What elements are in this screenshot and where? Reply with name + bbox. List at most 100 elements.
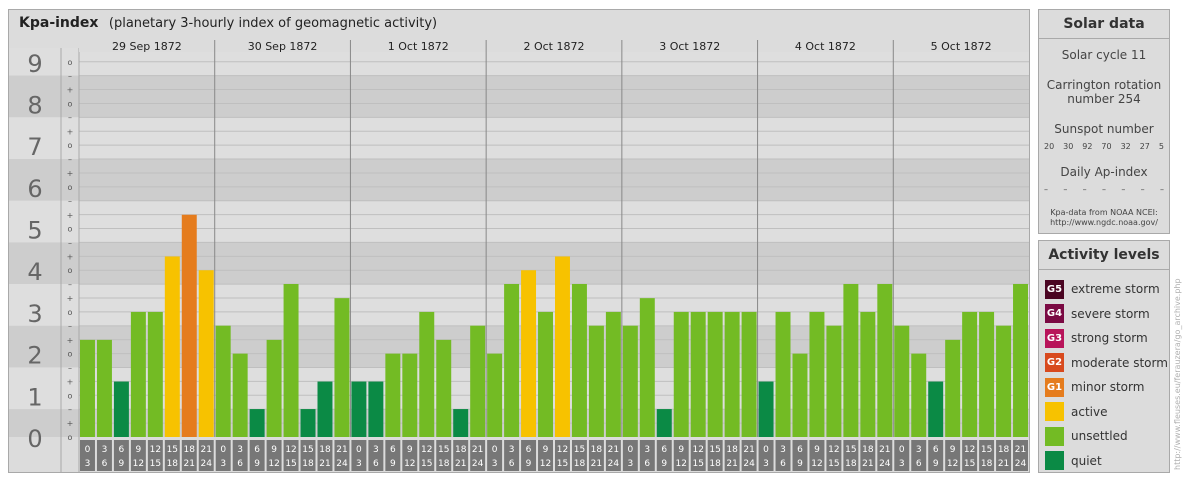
sub-level-label: –	[68, 322, 72, 331]
sub-level-label: o	[68, 308, 73, 317]
sub-level-label: +	[67, 211, 74, 220]
carrington-line-2: number 254	[1067, 92, 1141, 106]
slot-end-hour: 15	[557, 459, 568, 469]
slot-start-hour: 0	[356, 445, 362, 455]
slot-end-hour: 6	[644, 459, 650, 469]
kp-bar	[571, 283, 587, 437]
kp-bar	[470, 325, 486, 437]
slot-end-hour: 3	[220, 459, 226, 469]
kp-bar	[249, 409, 265, 437]
slot-start-hour: 15	[167, 445, 178, 455]
kp-bar	[96, 339, 112, 437]
sub-level-label: +	[67, 127, 74, 136]
slot-start-hour: 6	[254, 445, 260, 455]
sunspot-value: 27	[1139, 142, 1150, 151]
sub-level-label: –	[68, 72, 72, 81]
sub-level-label: –	[68, 197, 72, 206]
sub-level-label: o	[68, 350, 73, 359]
slot-start-hour: 15	[438, 445, 449, 455]
sub-level-label: o	[68, 225, 73, 234]
kp-bar	[588, 325, 604, 437]
slot-end-hour: 15	[150, 459, 161, 469]
level-label: 4	[27, 258, 42, 286]
slot-end-hour: 6	[916, 459, 922, 469]
slot-end-hour: 3	[627, 459, 633, 469]
legend-label: severe storm	[1071, 306, 1150, 321]
activity-levels-heading: Activity levels	[1039, 241, 1169, 270]
sub-level-label: o	[68, 266, 73, 275]
slot-start-hour: 18	[184, 445, 196, 455]
kp-bar	[979, 311, 995, 437]
kp-bar	[911, 353, 927, 437]
level-label: 7	[27, 133, 42, 161]
slot-start-hour: 12	[285, 445, 296, 455]
slot-start-hour: 18	[319, 445, 331, 455]
sunspot-value: 20	[1044, 142, 1055, 151]
carrington-rotation: Carrington rotation number 254	[1039, 78, 1169, 106]
sunspot-value: 32	[1120, 142, 1131, 151]
legend-item: G4 severe storm	[1045, 302, 1168, 327]
level-label: 0	[27, 425, 42, 453]
slot-start-hour: 3	[916, 445, 922, 455]
sub-level-label: +	[67, 419, 74, 428]
slot-end-hour: 3	[763, 459, 769, 469]
slot-start-hour: 6	[661, 445, 667, 455]
sub-level-label: –	[68, 405, 72, 414]
slot-end-hour: 12	[811, 459, 822, 469]
level-band	[9, 117, 1029, 159]
slot-start-hour: 9	[814, 445, 820, 455]
legend-swatch: G4	[1045, 304, 1064, 324]
legend-label: extreme storm	[1071, 282, 1160, 297]
slot-end-hour: 3	[85, 459, 91, 469]
level-label: 2	[27, 342, 42, 370]
slot-end-hour: 9	[390, 459, 396, 469]
slot-end-hour: 18	[574, 459, 586, 469]
slot-start-hour: 21	[608, 445, 619, 455]
kp-bar	[453, 409, 469, 437]
kp-bar	[622, 325, 638, 437]
kp-bar	[707, 311, 723, 437]
kpa-chart-panel: Kpa-index (planetary 3-hourly index of g…	[8, 9, 1030, 473]
kp-bar	[147, 311, 163, 437]
ap-value: –	[1121, 185, 1126, 194]
slot-start-hour: 12	[421, 445, 432, 455]
kp-bar	[826, 325, 842, 437]
kp-bar	[758, 381, 774, 437]
slot-end-hour: 18	[981, 459, 993, 469]
legend-swatch	[1045, 402, 1064, 422]
sub-level-label: o	[68, 391, 73, 400]
source-link[interactable]: http://www.ngdc.noaa.gov/	[1039, 218, 1169, 228]
kp-bar	[283, 283, 299, 437]
sunspot-values: 20 30 92 70 32 27 5	[1039, 142, 1169, 151]
legend-swatch: G1	[1045, 377, 1064, 397]
level-label: 9	[27, 50, 42, 78]
slot-start-hour: 0	[763, 445, 769, 455]
sunspot-value: 5	[1158, 142, 1164, 151]
slot-end-hour: 9	[661, 459, 667, 469]
slot-end-hour: 15	[421, 459, 432, 469]
slot-start-hour: 9	[407, 445, 413, 455]
level-band	[9, 158, 1029, 201]
slot-start-hour: 15	[709, 445, 720, 455]
kp-bar	[945, 339, 961, 437]
kp-bar	[385, 353, 401, 437]
kp-bar	[555, 256, 570, 437]
ap-index-values: – – – – – – –	[1039, 185, 1169, 194]
slot-end-hour: 15	[285, 459, 296, 469]
ap-value: –	[1159, 185, 1164, 194]
kp-bar	[639, 298, 655, 437]
level-band	[9, 200, 1029, 243]
kp-bar	[538, 311, 553, 437]
activity-levels-legend: G5 extreme storm G4 severe storm G3 strong st…	[1045, 277, 1168, 473]
carrington-line-1: Carrington rotation	[1046, 78, 1162, 92]
kp-bar	[690, 311, 706, 437]
kp-bar	[402, 353, 418, 437]
kp-bar	[996, 325, 1012, 437]
kp-bar	[113, 381, 129, 437]
sunspot-heading: Sunspot number	[1054, 122, 1154, 136]
day-label: 3 Oct 1872	[659, 40, 720, 53]
kp-bar	[1013, 283, 1028, 437]
ap-value: –	[1140, 185, 1145, 194]
level-label: 1	[27, 383, 42, 411]
slot-start-hour: 3	[102, 445, 108, 455]
